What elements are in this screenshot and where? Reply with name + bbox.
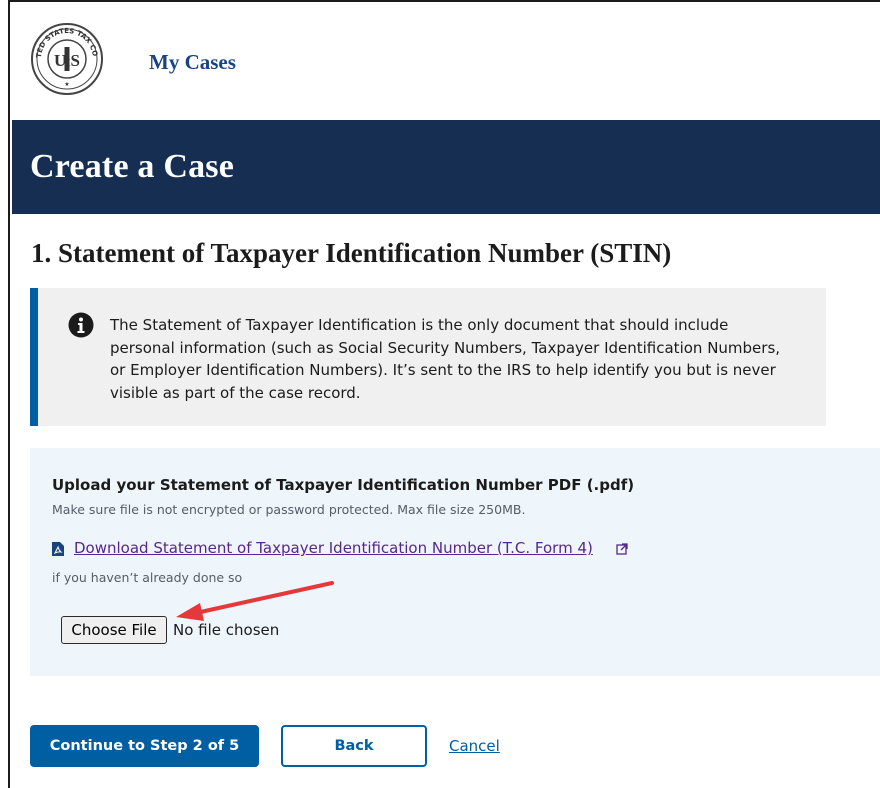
page-title: Create a Case — [30, 148, 235, 185]
window-frame-left — [0, 0, 10, 788]
my-cases-link[interactable]: My Cases — [149, 50, 236, 75]
svg-text:★: ★ — [64, 81, 69, 88]
download-note: if you haven’t already done so — [52, 570, 243, 585]
choose-file-button[interactable]: Choose File — [61, 616, 167, 644]
upload-hint: Make sure file is not encrypted or passw… — [52, 502, 526, 517]
download-form-link[interactable]: Download Statement of Taxpayer Identific… — [74, 539, 593, 557]
back-button[interactable]: Back — [281, 725, 427, 767]
pdf-file-icon — [52, 542, 64, 556]
step-title: 1. Statement of Taxpayer Identification … — [31, 238, 672, 268]
upload-label: Upload your Statement of Taxpayer Identi… — [52, 476, 635, 494]
continue-button[interactable]: Continue to Step 2 of 5 — [30, 725, 259, 767]
external-link-icon — [616, 543, 628, 555]
stin-upload-panel: Upload your Statement of Taxpayer Identi… — [30, 448, 880, 676]
tax-court-seal-icon[interactable]: UNITED STATES TAX COURT UIS ★ — [30, 22, 104, 96]
file-status: No file chosen — [173, 621, 280, 639]
site-header: UNITED STATES TAX COURT UIS ★ My Cases — [12, 6, 880, 120]
info-alert: The Statement of Taxpayer Identification… — [30, 288, 826, 426]
page-banner: Create a Case — [12, 120, 880, 214]
alert-message: The Statement of Taxpayer Identification… — [110, 316, 781, 402]
cancel-link[interactable]: Cancel — [449, 737, 500, 755]
info-icon — [68, 312, 94, 338]
